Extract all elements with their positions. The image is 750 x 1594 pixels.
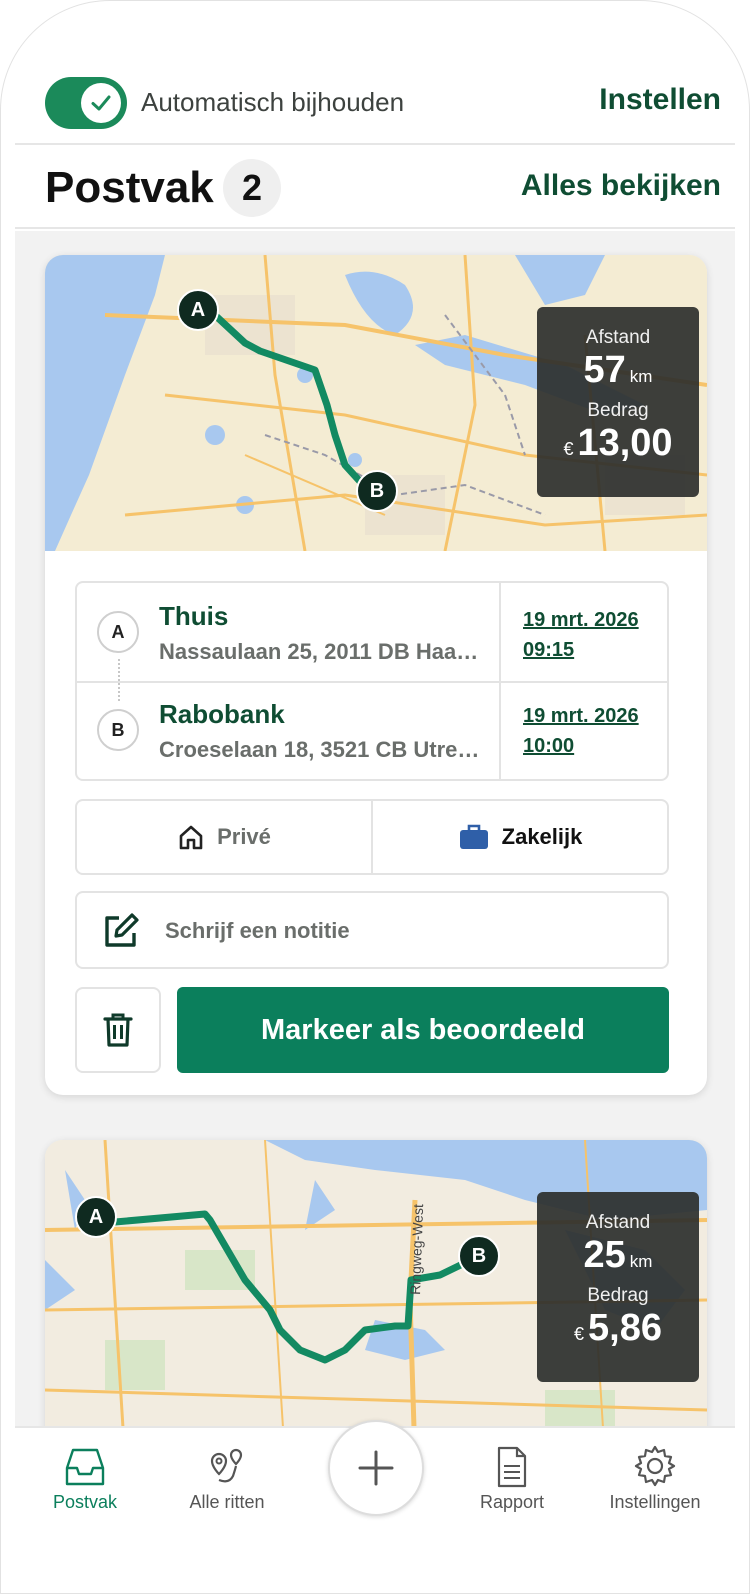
trip-card: Ringweg-West A B Afstand 25 km Bedrag €5,… bbox=[45, 1140, 707, 1426]
distance-value: 57 km bbox=[537, 349, 699, 392]
trip-stats: Afstand 25 km Bedrag €5,86 bbox=[537, 1192, 699, 1382]
start-address: Nassaulaan 25, 2011 DB Haarlem bbox=[159, 639, 485, 664]
briefcase-icon bbox=[459, 824, 488, 849]
nav-report[interactable]: Rapport bbox=[442, 1442, 582, 1513]
checkmark-icon bbox=[91, 95, 111, 111]
start-date: 19 mrt. 2026 bbox=[523, 609, 639, 631]
distance-unit: km bbox=[629, 367, 653, 386]
end-date: 19 mrt. 2026 bbox=[523, 705, 639, 727]
inbox-tray-icon bbox=[65, 1448, 105, 1486]
currency-symbol: € bbox=[574, 1324, 585, 1344]
amount-number: 5,86 bbox=[588, 1307, 662, 1349]
distance-value: 25 km bbox=[537, 1234, 699, 1277]
route-end-row: B Rabobank Croeselaan 18, 3521 CB Utrech… bbox=[77, 681, 667, 779]
nav-settings[interactable]: Instellingen bbox=[585, 1442, 725, 1513]
inbox-title: Postvak bbox=[45, 163, 214, 212]
map-marker-b: B bbox=[458, 1235, 500, 1277]
amount-number: 13,00 bbox=[577, 422, 673, 464]
note-field[interactable]: Schrijf een notitie bbox=[75, 891, 669, 969]
private-label: Privé bbox=[217, 824, 271, 849]
document-icon bbox=[497, 1446, 527, 1488]
amount-value: €13,00 bbox=[537, 422, 699, 465]
note-placeholder: Schrijf een notitie bbox=[165, 918, 350, 943]
business-option[interactable]: Zakelijk bbox=[371, 801, 667, 873]
edit-note-icon bbox=[105, 913, 139, 947]
plus-icon bbox=[358, 1450, 394, 1486]
map-road-label: Ringweg-West bbox=[407, 1204, 426, 1295]
start-time: 09:15 bbox=[523, 639, 575, 661]
route-divider bbox=[499, 583, 501, 779]
start-marker: A bbox=[97, 611, 139, 653]
distance-number: 57 bbox=[583, 349, 626, 391]
end-marker: B bbox=[97, 709, 139, 751]
map-marker-b: B bbox=[356, 470, 398, 512]
distance-unit: km bbox=[629, 1252, 653, 1271]
amount-value: €5,86 bbox=[537, 1307, 699, 1350]
trip-type-selector: Privé Zakelijk bbox=[75, 799, 669, 875]
add-trip-button[interactable] bbox=[328, 1420, 424, 1516]
inbox-count-badge: 2 bbox=[223, 159, 281, 217]
bottom-navigation: Postvak Alle ritten Rapport Instellingen bbox=[15, 1420, 735, 1593]
distance-number: 25 bbox=[583, 1234, 626, 1276]
auto-track-label: Automatisch bijhouden bbox=[141, 87, 405, 117]
auto-track-toggle[interactable] bbox=[45, 77, 127, 129]
nav-settings-label: Instellingen bbox=[609, 1492, 701, 1512]
trash-icon bbox=[103, 1013, 133, 1047]
mark-reviewed-button[interactable]: Markeer als beoordeeld bbox=[177, 987, 669, 1073]
nav-inbox[interactable]: Postvak bbox=[15, 1442, 155, 1513]
start-datetime-link[interactable]: 19 mrt. 2026 09:15 bbox=[523, 605, 639, 665]
map-marker-a: A bbox=[75, 1196, 117, 1238]
nav-report-label: Rapport bbox=[479, 1492, 545, 1512]
inbox-list: A B Afstand 57 km Bedrag €13,00 A Thuis N… bbox=[15, 231, 735, 1426]
toggle-knob bbox=[81, 83, 121, 123]
inbox-header: Postvak 2 Alles bekijken bbox=[15, 147, 735, 229]
private-option[interactable]: Privé bbox=[77, 801, 371, 873]
settings-link[interactable]: Instellen bbox=[599, 83, 721, 117]
delete-button[interactable] bbox=[75, 987, 161, 1073]
currency-symbol: € bbox=[563, 439, 574, 459]
business-label: Zakelijk bbox=[501, 824, 583, 849]
gear-icon bbox=[634, 1445, 676, 1487]
nav-inbox-label: Postvak bbox=[52, 1492, 118, 1512]
auto-track-bar: Automatisch bijhouden Instellen bbox=[15, 61, 735, 145]
nav-all-trips-label: Alle ritten bbox=[189, 1492, 265, 1512]
trip-stats: Afstand 57 km Bedrag €13,00 bbox=[537, 307, 699, 497]
end-address: Croeselaan 18, 3521 CB Utrecht bbox=[159, 737, 485, 762]
amount-label: Bedrag bbox=[587, 1285, 649, 1306]
end-datetime-link[interactable]: 19 mrt. 2026 10:00 bbox=[523, 701, 639, 761]
start-place-name: Thuis bbox=[159, 601, 229, 631]
nav-all-trips[interactable]: Alle ritten bbox=[157, 1442, 297, 1513]
distance-label: Afstand bbox=[585, 1212, 651, 1233]
trip-map[interactable]: Ringweg-West A B Afstand 25 km Bedrag €5,… bbox=[45, 1140, 707, 1426]
map-marker-a: A bbox=[177, 289, 219, 331]
route-pins-icon bbox=[210, 1448, 243, 1483]
end-place-name: Rabobank bbox=[159, 699, 285, 729]
see-all-link[interactable]: Alles bekijken bbox=[521, 169, 721, 203]
route-details: A Thuis Nassaulaan 25, 2011 DB Haarlem 1… bbox=[75, 581, 669, 781]
app-screen: Automatisch bijhouden Instellen Postvak … bbox=[0, 0, 750, 1594]
trip-map[interactable]: A B Afstand 57 km Bedrag €13,00 bbox=[45, 255, 707, 551]
distance-label: Afstand bbox=[585, 327, 651, 348]
end-time: 10:00 bbox=[523, 735, 575, 757]
route-start-row: A Thuis Nassaulaan 25, 2011 DB Haarlem 1… bbox=[77, 583, 667, 701]
trip-card: A B Afstand 57 km Bedrag €13,00 A Thuis N… bbox=[45, 255, 707, 1095]
amount-label: Bedrag bbox=[587, 400, 649, 421]
home-icon bbox=[179, 825, 203, 850]
